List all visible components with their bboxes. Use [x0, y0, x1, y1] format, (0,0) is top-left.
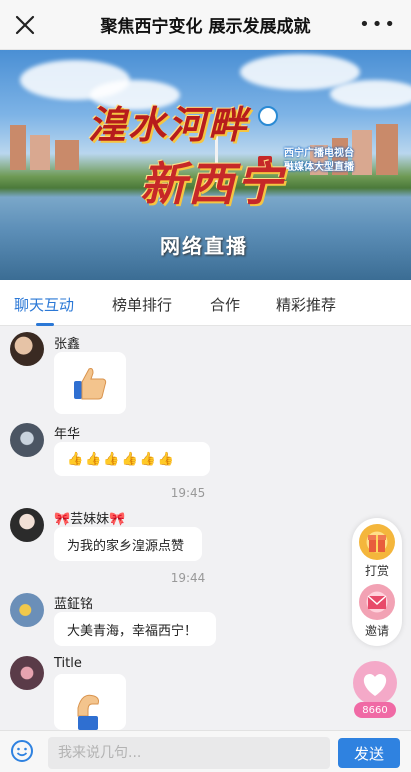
avatar[interactable] [10, 423, 44, 457]
message-text: 为我的家乡湟源点赞 [67, 538, 185, 554]
like-count: 8660 [354, 702, 396, 718]
timestamp: 19:45 [170, 486, 206, 500]
tab-recommended[interactable]: 精彩推荐 [276, 294, 336, 315]
avatar[interactable] [10, 508, 44, 542]
username: Title [54, 656, 82, 671]
input-bar: 发送 [0, 730, 411, 772]
flexed-arm-sticker-icon [77, 694, 99, 730]
message-bubble: 大美青海，幸福西宁！ [54, 612, 216, 646]
broadcaster-logo-icon [258, 106, 278, 126]
side-action-panel: 打赏 邀请 [352, 518, 402, 646]
tab-cooperation[interactable]: 合作 [210, 294, 240, 315]
avatar[interactable] [10, 332, 44, 366]
message-bubble [54, 352, 126, 414]
avatar[interactable] [10, 656, 44, 690]
username: 蓝鉦铭 [54, 597, 94, 612]
message-bubble [54, 674, 126, 730]
send-button[interactable]: 发送 [338, 738, 400, 768]
timestamp: 19:44 [170, 571, 206, 585]
broadcast-type: 融媒体大型直播 [284, 162, 354, 173]
heart-like-icon [353, 661, 397, 705]
like-button[interactable]: 8660 [350, 660, 400, 718]
avatar[interactable] [10, 593, 44, 627]
thumbs-up-sticker-icon [74, 368, 107, 400]
more-icon[interactable]: ••• [359, 14, 397, 35]
gift-icon[interactable] [359, 524, 395, 560]
emoji-icon[interactable] [10, 739, 34, 763]
banner-slogan-line2: 新西宁 [140, 157, 284, 211]
invite-label[interactable]: 邀请 [352, 622, 402, 639]
live-banner: 西宁广播电视台 融媒体大型直播 湟水河畔 新西宁 网络直播 [0, 50, 411, 280]
username: 🎀芸妹妹🎀 [54, 512, 126, 527]
active-tab-indicator [36, 323, 54, 326]
username: 张鑫 [54, 337, 81, 352]
message-bubble: 为我的家乡湟源点赞 [54, 527, 202, 561]
top-bar: 聚焦西宁变化 展示发展成就 ••• [0, 0, 411, 50]
tab-bar: 聊天互动 榜单排行 合作 精彩推荐 [0, 280, 411, 326]
tab-ranking[interactable]: 榜单排行 [112, 294, 172, 315]
tab-chat[interactable]: 聊天互动 [14, 294, 74, 315]
message-bubble: 👍👍👍👍👍👍 [54, 442, 210, 476]
tip-label[interactable]: 打赏 [352, 562, 402, 579]
message-text: 大美青海，幸福西宁！ [67, 623, 198, 639]
close-icon[interactable] [12, 12, 38, 38]
username: 年华 [54, 427, 81, 442]
invite-envelope-icon[interactable] [359, 584, 395, 620]
page-title: 聚焦西宁变化 展示发展成就 [100, 17, 311, 37]
comment-input[interactable] [48, 737, 330, 769]
banner-slogan-line1: 湟水河畔 [88, 102, 249, 147]
broadcaster-name: 西宁广播电视台 [284, 148, 354, 159]
message-text: 👍👍👍👍👍👍 [67, 451, 177, 467]
banner-subtitle: 网络直播 [160, 234, 248, 258]
